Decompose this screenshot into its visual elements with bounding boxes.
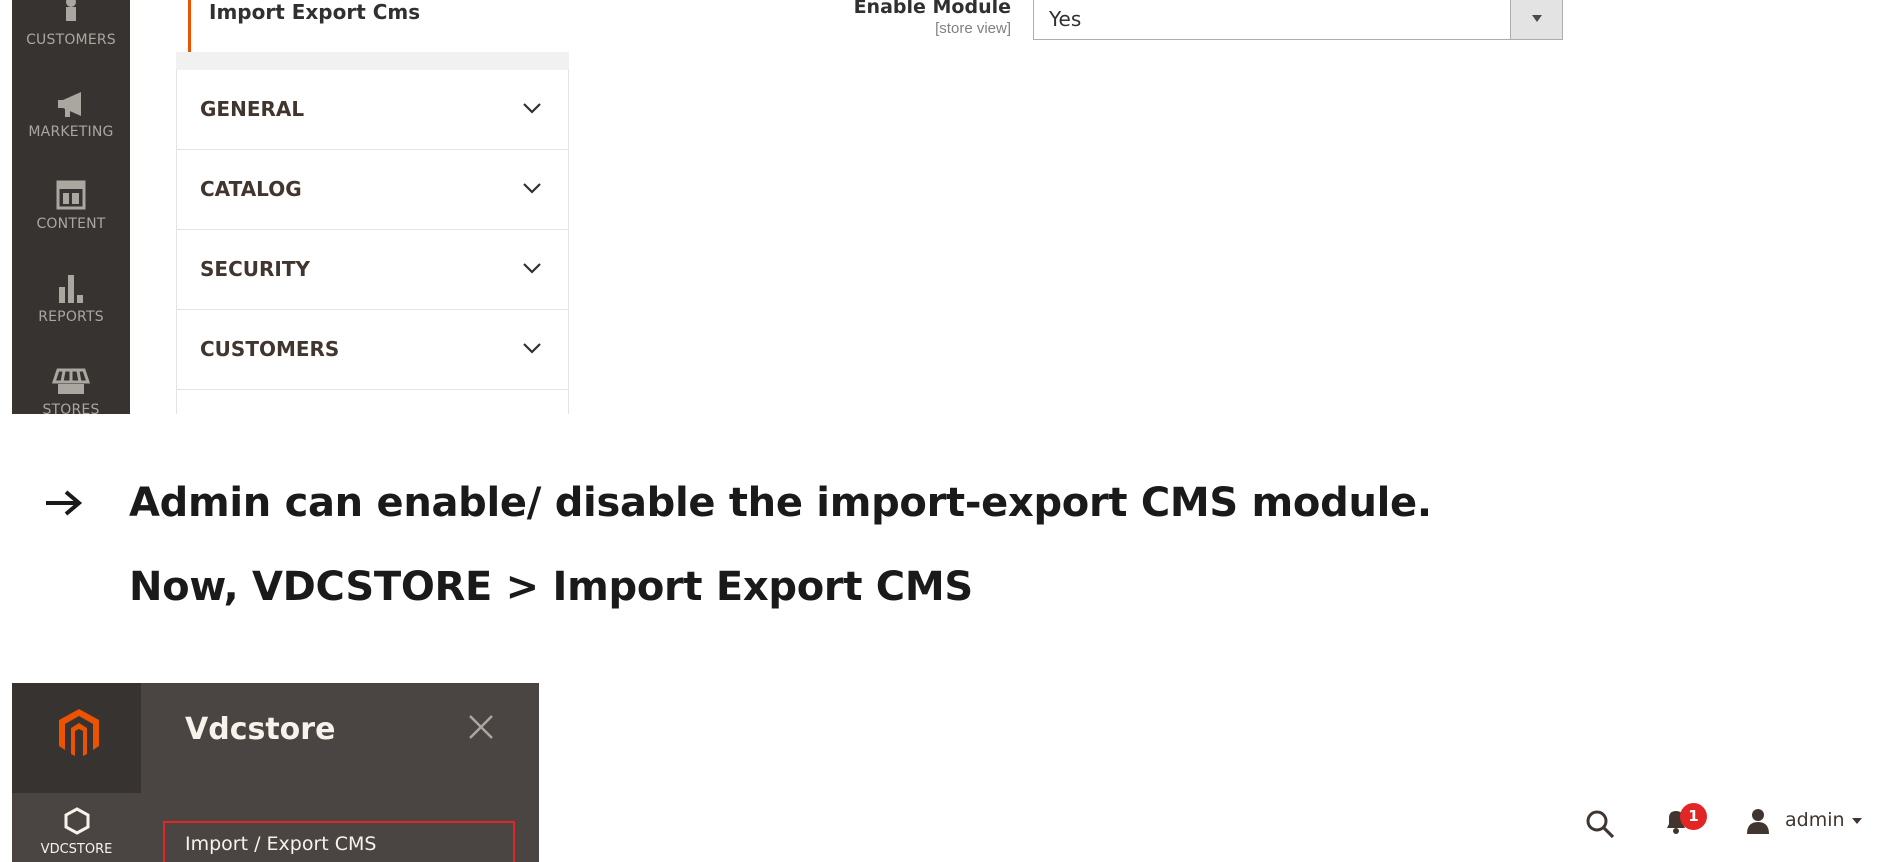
chevron-down-icon[interactable] bbox=[1852, 818, 1862, 824]
tab-label: CATALOG bbox=[200, 177, 302, 201]
magento-logo-icon bbox=[59, 709, 99, 756]
tab-label: SECURITY bbox=[200, 257, 310, 281]
admin-user-name[interactable]: admin bbox=[1785, 809, 1845, 831]
search-icon[interactable] bbox=[1585, 809, 1615, 839]
field-scope: [store view] bbox=[935, 20, 1011, 37]
chevron-down-icon bbox=[523, 343, 541, 354]
active-config-section[interactable]: Import Export Cms bbox=[188, 0, 569, 52]
sidebar-item-label: MARKETING bbox=[28, 124, 114, 140]
content-icon bbox=[12, 180, 130, 210]
sidebar-item-content[interactable]: CONTENT bbox=[12, 180, 130, 232]
customers-icon bbox=[12, 0, 130, 26]
sidebar-item-label: REPORTS bbox=[38, 309, 104, 325]
field-label-text: Enable Module bbox=[853, 0, 1011, 18]
sidebar-item-marketing[interactable]: MARKETING bbox=[12, 92, 130, 140]
dropdown-arrow-icon[interactable] bbox=[1510, 0, 1562, 39]
tab-security[interactable]: SECURITY bbox=[176, 230, 569, 310]
flyout-title: Vdcstore bbox=[185, 712, 336, 747]
link-label: Import / Export CMS bbox=[185, 833, 377, 855]
note-line-1: Admin can enable/ disable the import-exp… bbox=[129, 480, 1432, 526]
config-tabs-panel: Import Export Cms GENERAL CATALOG SECURI… bbox=[176, 0, 569, 414]
arrow-right-icon bbox=[46, 490, 83, 516]
config-screenshot: CUSTOMERS MARKETING CONTENT REPORTS STOR… bbox=[0, 0, 1877, 414]
user-icon[interactable] bbox=[1745, 807, 1771, 835]
chevron-down-icon bbox=[523, 263, 541, 274]
bar-chart-icon bbox=[12, 273, 130, 303]
hexagon-icon bbox=[64, 807, 90, 835]
sidebar-item-stores[interactable]: STORES bbox=[12, 368, 130, 414]
sidebar-item-label: CONTENT bbox=[36, 216, 106, 232]
enable-module-label: Enable Module [store view] bbox=[854, 0, 1011, 37]
tab-customers[interactable]: CUSTOMERS bbox=[176, 310, 569, 390]
menu-screenshot: VDCSTORE Vdcstore Import / Export CMS 1 … bbox=[0, 683, 1877, 862]
import-export-cms-link[interactable]: Import / Export CMS bbox=[163, 821, 515, 862]
sidebar-item-vdcstore[interactable]: VDCSTORE bbox=[12, 793, 141, 862]
store-icon bbox=[12, 368, 130, 398]
sidebar-item-reports[interactable]: REPORTS bbox=[12, 273, 130, 325]
tab-catalog[interactable]: CATALOG bbox=[176, 150, 569, 230]
sidebar-item-customers[interactable]: CUSTOMERS bbox=[12, 0, 130, 48]
tab-partial bbox=[176, 390, 569, 414]
close-icon[interactable] bbox=[467, 713, 495, 741]
tab-general[interactable]: GENERAL bbox=[176, 70, 569, 150]
chevron-down-icon bbox=[523, 103, 541, 114]
active-section-label: Import Export Cms bbox=[209, 0, 421, 24]
tab-label: GENERAL bbox=[200, 97, 305, 121]
tab-label: CUSTOMERS bbox=[200, 337, 340, 361]
magento-logo[interactable] bbox=[12, 683, 141, 793]
admin-header-actions: 1 admin bbox=[1575, 803, 1877, 843]
vdcstore-flyout-menu: Vdcstore Import / Export CMS bbox=[141, 683, 539, 862]
sidebar-item-label: STORES bbox=[42, 402, 100, 414]
megaphone-icon bbox=[12, 92, 130, 122]
notification-count-badge: 1 bbox=[1680, 803, 1707, 830]
chevron-down-icon bbox=[523, 183, 541, 194]
admin-sidebar: CUSTOMERS MARKETING CONTENT REPORTS STOR… bbox=[12, 0, 130, 414]
sidebar-item-label: VDCSTORE bbox=[40, 842, 113, 857]
note-line-2: Now, VDCSTORE > Import Export CMS bbox=[129, 564, 973, 610]
enable-module-select[interactable]: Yes bbox=[1033, 0, 1563, 40]
select-value: Yes bbox=[1049, 7, 1082, 31]
tab-separator bbox=[176, 52, 569, 70]
sidebar-item-label: CUSTOMERS bbox=[26, 32, 116, 48]
